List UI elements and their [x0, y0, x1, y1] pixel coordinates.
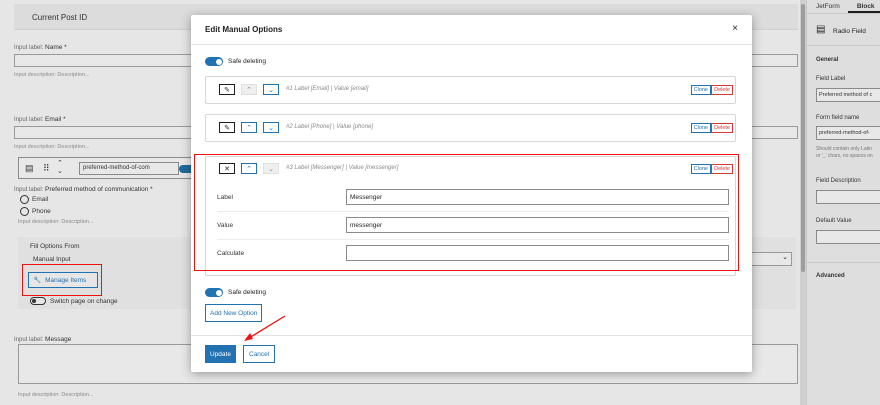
- scrollbar-thumb[interactable]: [801, 4, 805, 272]
- option-calculate-row: Calculate: [217, 240, 729, 268]
- default-value-title: Default Value: [816, 218, 852, 224]
- current-post-id-title: Current Post ID: [32, 13, 88, 22]
- clone-button[interactable]: Clone: [690, 123, 711, 133]
- switch-page-toggle[interactable]: [30, 297, 46, 305]
- option-label-input[interactable]: Messenger: [346, 189, 729, 205]
- modal-title: Edit Manual Options: [205, 25, 283, 34]
- block-toolbar: ▤ ⠿ ⌃ ⌄ preferred-method-of-com: [18, 157, 198, 179]
- field-description-input[interactable]: [816, 190, 880, 204]
- radio-field-description: Input description: Description...: [18, 219, 94, 225]
- option-value-row: Value messenger: [217, 212, 729, 240]
- move-down-icon[interactable]: ⌄: [263, 84, 279, 95]
- form-field-name-title: Form field name: [816, 115, 860, 121]
- cancel-button[interactable]: Cancel: [243, 345, 276, 363]
- default-value-input[interactable]: [816, 230, 880, 244]
- add-new-option-button[interactable]: Add New Option: [205, 304, 263, 322]
- switch-page-toggle-row[interactable]: Switch page on change: [30, 297, 118, 305]
- option-value-caption: Value: [217, 222, 234, 229]
- option-label-row: Label Messenger: [217, 184, 729, 212]
- radio-circle-icon: [20, 207, 29, 216]
- delete-button[interactable]: Delete: [711, 123, 733, 133]
- move-down-icon[interactable]: ⌄: [263, 163, 279, 174]
- radio-field-label: Preferred method of communication *: [45, 186, 153, 193]
- sidebar-tabs: JetForm Block: [807, 0, 880, 14]
- safe-deleting-toggle-bottom[interactable]: Safe deleting: [205, 288, 266, 297]
- message-field-description: Input description: Description...: [18, 392, 94, 398]
- field-description-title: Field Description: [816, 178, 861, 184]
- form-field-name-input[interactable]: preferred-method-of-: [816, 126, 880, 140]
- radio-option-email[interactable]: Email: [20, 195, 48, 204]
- tab-jetform[interactable]: JetForm: [807, 0, 848, 13]
- email-field-label: Email *: [45, 116, 66, 123]
- edit-pencil-icon[interactable]: ✎: [219, 84, 235, 95]
- advanced-section-toggle[interactable]: Advanced: [816, 273, 845, 279]
- delete-button[interactable]: Delete: [711, 85, 733, 95]
- field-name-help-text: Should contain only Latin or '_' chars, n…: [816, 146, 873, 159]
- option-title: #1 Label [Email] | Value [email]: [286, 86, 369, 92]
- toggle-switch[interactable]: [205, 288, 223, 297]
- collapse-close-icon[interactable]: ✕: [219, 163, 235, 174]
- name-field-label: Name *: [45, 44, 67, 51]
- field-label-input[interactable]: Preferred method of c: [816, 88, 880, 102]
- block-name: Radio Field: [833, 28, 866, 35]
- block-info: ▤ Radio Field: [807, 14, 880, 46]
- sidebar-divider: [807, 262, 880, 263]
- modal-header: Edit Manual Options ×: [191, 15, 752, 45]
- tab-block[interactable]: Block: [847, 0, 880, 13]
- option-calculate-caption: Calculate: [217, 250, 245, 257]
- option-3-header: ✕ ⌃ ⌄ #3 Label [Messenger] | Value [mess…: [206, 157, 735, 181]
- clone-button[interactable]: Clone: [690, 164, 711, 174]
- option-item-1: ✎ ⌃ ⌄ #1 Label [Email] | Value [email] C…: [205, 76, 736, 104]
- edit-pencil-icon[interactable]: ✎: [219, 122, 235, 133]
- highlight-box-manage-items: [22, 264, 102, 296]
- drag-handle-icon[interactable]: ⠿: [43, 163, 50, 174]
- close-icon[interactable]: ×: [732, 23, 738, 34]
- radio-option-phone[interactable]: Phone: [20, 207, 51, 216]
- edit-manual-options-modal: Edit Manual Options × Safe deleting ✎ ⌃ …: [191, 15, 752, 372]
- delete-button[interactable]: Delete: [711, 164, 733, 174]
- update-button[interactable]: Update: [205, 345, 236, 363]
- toggle-switch[interactable]: [205, 57, 223, 66]
- settings-sidebar: JetForm Block ▤ Radio Field General Fiel…: [806, 0, 880, 405]
- move-down-icon[interactable]: ⌄: [263, 122, 279, 133]
- message-field-label: Message: [45, 336, 72, 343]
- option-value-input[interactable]: messenger: [346, 217, 729, 233]
- general-section-toggle[interactable]: General: [816, 57, 838, 63]
- option-label-caption: Label: [217, 194, 233, 201]
- safe-deleting-toggle-top[interactable]: Safe deleting: [205, 57, 266, 66]
- option-title: #2 Label [Phone] | Value [phone]: [286, 124, 374, 130]
- move-up-icon[interactable]: ⌃: [241, 84, 257, 95]
- fill-options-value[interactable]: Manual Input: [33, 256, 71, 263]
- field-label-title: Field Label: [816, 76, 846, 82]
- move-up-down-icon[interactable]: ⌃ ⌄: [57, 160, 63, 176]
- option-calculate-input[interactable]: [346, 245, 729, 261]
- option-title: #3 Label [Messenger] | Value [messenger]: [286, 165, 399, 171]
- option-item-2: ✎ ⌃ ⌄ #2 Label [Phone] | Value [phone] C…: [205, 114, 736, 142]
- fill-options-label: Fill Options From: [30, 243, 80, 250]
- option-item-3-expanded: ✕ ⌃ ⌄ #3 Label [Messenger] | Value [mess…: [205, 156, 736, 276]
- clone-button[interactable]: Clone: [690, 85, 711, 95]
- block-type-icon[interactable]: ▤: [25, 163, 34, 174]
- move-up-icon[interactable]: ⌃: [241, 163, 257, 174]
- radio-circle-icon: [20, 195, 29, 204]
- modal-footer: Update Cancel: [191, 335, 752, 372]
- toolbar-field-name[interactable]: preferred-method-of-com: [79, 162, 179, 175]
- move-up-icon[interactable]: ⌃: [241, 122, 257, 133]
- radio-field-block-icon: ▤: [816, 24, 826, 35]
